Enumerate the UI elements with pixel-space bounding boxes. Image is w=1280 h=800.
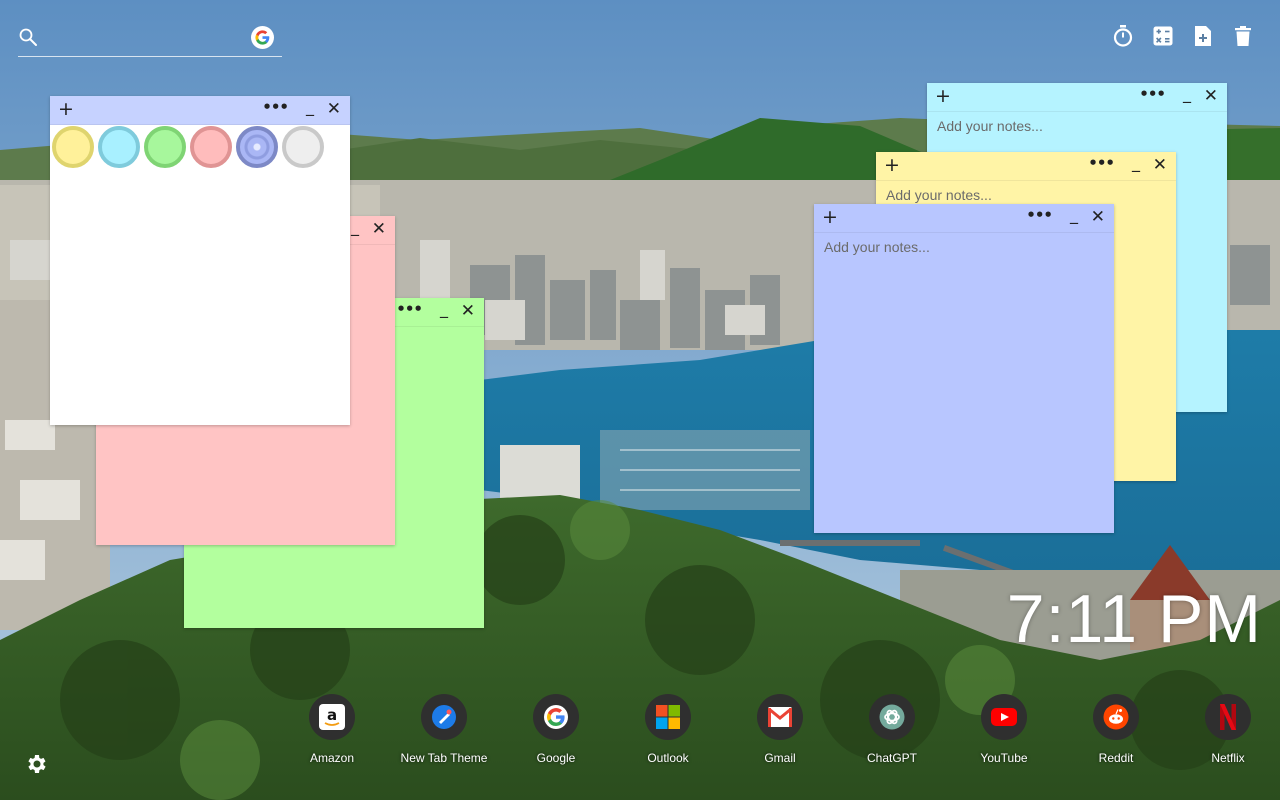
shortcut-gmail[interactable]: Gmail — [724, 694, 836, 765]
close-note-button[interactable]: ✕ — [461, 300, 475, 322]
note-menu-button[interactable]: ••• — [1026, 204, 1053, 226]
netflix-icon — [1205, 694, 1251, 740]
reddit-icon — [1093, 694, 1139, 740]
shortcut-dock: a Amazon New Tab Theme Google Outlook Gm… — [276, 694, 1280, 765]
swatch-pink[interactable] — [190, 126, 232, 168]
search-input[interactable] — [46, 26, 240, 52]
trash-icon[interactable] — [1232, 24, 1254, 48]
minimize-note-button[interactable]: _ — [306, 96, 314, 118]
swatch-blue[interactable] — [236, 126, 278, 168]
note-menu-button[interactable]: ••• — [262, 96, 289, 118]
note-menu-button[interactable]: ••• — [1088, 152, 1115, 174]
color-picker — [52, 126, 324, 168]
search-icon[interactable] — [18, 27, 38, 47]
shortcut-label: Reddit — [1098, 751, 1134, 765]
shortcut-label: New Tab Theme — [400, 751, 488, 765]
note-title-bar: + ••• _ ✕ — [876, 152, 1176, 181]
close-note-button[interactable]: ✕ — [1091, 206, 1105, 228]
add-note-button[interactable]: + — [822, 206, 838, 228]
add-note-button[interactable]: + — [58, 98, 74, 120]
shortcut-youtube[interactable]: YouTube — [948, 694, 1060, 765]
chatgpt-icon — [869, 694, 915, 740]
youtube-icon — [981, 694, 1027, 740]
shortcut-label: Netflix — [1211, 751, 1245, 765]
svg-text:a: a — [327, 706, 337, 724]
note-title-bar: + ••• _ ✕ — [50, 96, 350, 125]
amazon-icon: a — [309, 694, 355, 740]
outlook-icon — [645, 694, 691, 740]
google-icon[interactable] — [251, 26, 274, 49]
minimize-note-button[interactable]: _ — [1183, 83, 1191, 105]
sticky-note-blue: + ••• _ ✕ — [814, 204, 1114, 533]
search-bar — [18, 22, 282, 57]
google-icon — [533, 694, 579, 740]
shortcut-label: Outlook — [647, 751, 689, 765]
shortcut-label: Google — [536, 751, 576, 765]
swatch-gray[interactable] — [282, 126, 324, 168]
shortcut-label: YouTube — [980, 751, 1028, 765]
gmail-icon — [757, 694, 803, 740]
minimize-note-button[interactable]: _ — [351, 216, 359, 238]
note-menu-button[interactable]: ••• — [396, 298, 423, 320]
close-note-button[interactable]: ✕ — [1204, 85, 1218, 107]
gear-icon[interactable] — [24, 752, 48, 776]
minimize-note-button[interactable]: _ — [1070, 204, 1078, 226]
timer-icon[interactable] — [1112, 24, 1134, 48]
add-note-button[interactable]: + — [935, 85, 951, 107]
minimize-note-button[interactable]: _ — [1132, 152, 1140, 174]
shortcut-outlook[interactable]: Outlook — [612, 694, 724, 765]
close-note-button[interactable]: ✕ — [1153, 154, 1167, 176]
sticky-note-white: + ••• _ ✕ — [50, 96, 350, 425]
close-note-button[interactable]: ✕ — [327, 98, 341, 120]
shortcut-reddit[interactable]: Reddit — [1060, 694, 1172, 765]
note-textarea[interactable] — [814, 233, 1114, 533]
shortcut-chatgpt[interactable]: ChatGPT — [836, 694, 948, 765]
shortcut-new-tab-theme[interactable]: New Tab Theme — [388, 694, 500, 765]
note-menu-button[interactable]: ••• — [1139, 83, 1166, 105]
new-tab-theme-icon — [421, 694, 467, 740]
shortcut-label: Gmail — [764, 751, 796, 765]
shortcut-google[interactable]: Google — [500, 694, 612, 765]
swatch-green[interactable] — [144, 126, 186, 168]
calculator-icon[interactable] — [1152, 24, 1174, 48]
shortcut-netflix[interactable]: Netflix — [1172, 694, 1280, 765]
clock: 7:11 PM — [1006, 581, 1262, 657]
minimize-note-button[interactable]: _ — [440, 298, 448, 320]
new-note-icon[interactable] — [1192, 24, 1214, 48]
swatch-yellow[interactable] — [52, 126, 94, 168]
shortcut-amazon[interactable]: a Amazon — [276, 694, 388, 765]
shortcut-label: ChatGPT — [866, 751, 917, 765]
toolbar — [1112, 24, 1254, 48]
swatch-cyan[interactable] — [98, 126, 140, 168]
note-title-bar: + ••• _ ✕ — [927, 83, 1227, 112]
add-note-button[interactable]: + — [884, 154, 900, 176]
close-note-button[interactable]: ✕ — [372, 218, 386, 240]
shortcut-label: Amazon — [309, 751, 355, 765]
note-title-bar: + ••• _ ✕ — [814, 204, 1114, 233]
